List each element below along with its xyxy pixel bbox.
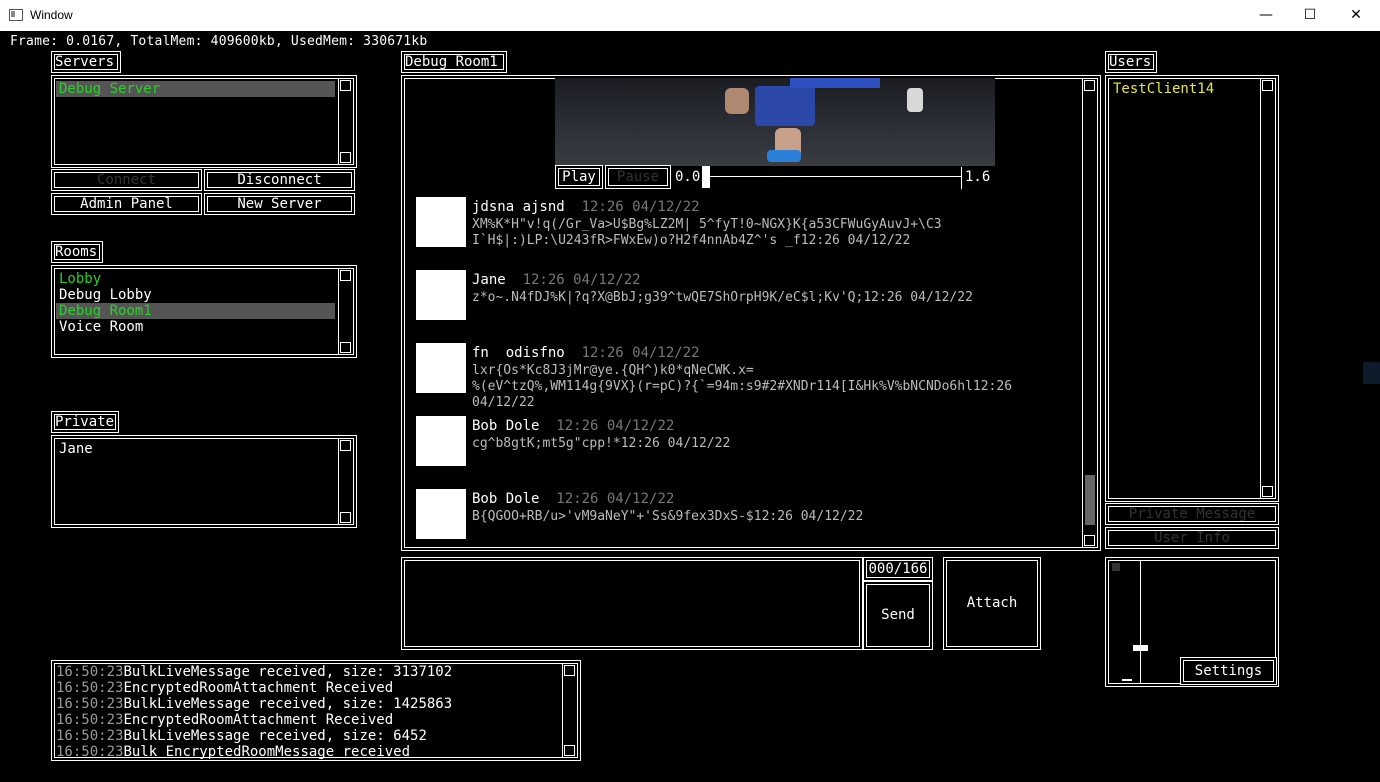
users-scrollbar[interactable] — [1260, 79, 1275, 498]
chat-room-tab: Debug Room1 — [401, 51, 507, 73]
message-body: XM%K*H"v!q(/Gr_Va>U$Bg%LZ2M| 5^fyT!0~NGX… — [472, 217, 942, 248]
message-body: z*o~.N4fDJ%K|?q?X@BbJ;g39^twQE7ShOrpH9K/… — [472, 290, 973, 305]
new-server-button[interactable]: New Server — [204, 193, 355, 215]
message-timestamp: 12:26 04/12/22 — [556, 491, 675, 507]
chat-scroll-thumb[interactable] — [1085, 475, 1095, 525]
log-line: 16:50:23BulkLiveMessage received, size: … — [56, 664, 453, 680]
user-item-testclient14[interactable]: TestClient14 — [1110, 81, 1260, 97]
rooms-scrollbar[interactable] — [338, 269, 353, 354]
rooms-tab: Rooms — [51, 241, 103, 263]
message-author: jdsna ajsnd — [472, 199, 565, 215]
title-bar: Window — ☐ ✕ — [0, 0, 1380, 31]
maximize-button[interactable]: ☐ — [1287, 0, 1333, 31]
close-button[interactable]: ✕ — [1333, 0, 1379, 31]
room-item-debug-room1[interactable]: Debug Room1 — [56, 303, 335, 319]
message-author: Jane — [472, 272, 506, 288]
message-timestamp: 12:26 04/12/22 — [581, 199, 700, 215]
attach-button[interactable]: Attach — [943, 557, 1041, 650]
video-time-end: 1.6 — [965, 169, 991, 185]
video-frame[interactable] — [555, 78, 995, 166]
log-scrollbar[interactable] — [562, 664, 577, 757]
user-info-button[interactable]: User Info — [1105, 527, 1279, 549]
char-counter: 000/166 — [863, 557, 933, 581]
connect-button[interactable]: Connect — [51, 169, 202, 191]
avatar — [416, 197, 466, 247]
video-pause-button[interactable]: Pause — [605, 165, 671, 189]
message-author: Bob Dole — [472, 491, 540, 507]
log-panel: 16:50:23BulkLiveMessage received, size: … — [51, 660, 581, 761]
volume-slider[interactable] — [1133, 561, 1148, 683]
volume-handle[interactable] — [1133, 644, 1148, 651]
avatar — [416, 489, 466, 539]
private-list[interactable]: Jane — [51, 435, 357, 528]
chat-panel: Play Pause 0.0 1.6 jdsna ajsnd 12:26 04/… — [401, 75, 1101, 551]
video-play-button[interactable]: Play — [555, 165, 603, 189]
servers-scrollbar[interactable] — [338, 79, 353, 164]
minimize-button[interactable]: — — [1243, 0, 1289, 31]
video-seek-slider[interactable] — [702, 166, 962, 188]
log-line: 16:50:23EncryptedRoomAttachment Received — [56, 680, 394, 696]
audio-indicator — [1112, 563, 1120, 571]
room-item-voice-room[interactable]: Voice Room — [56, 319, 335, 335]
app-icon — [9, 9, 23, 21]
log-line: 16:50:23BulkLiveMessage received, size: … — [56, 696, 453, 712]
video-seek-handle[interactable] — [702, 166, 710, 188]
server-item-debug-server[interactable]: Debug Server — [56, 81, 335, 97]
room-item-lobby[interactable]: Lobby — [56, 271, 335, 287]
private-tab: Private — [51, 411, 119, 433]
log-line: 16:50:23EncryptedRoomAttachment Received — [56, 712, 394, 728]
message-input[interactable] — [401, 557, 863, 650]
edge-scroll-hint — [1363, 362, 1380, 384]
chat-scrollbar[interactable] — [1082, 79, 1097, 547]
avatar — [416, 270, 466, 320]
room-item-debug-lobby[interactable]: Debug Lobby — [56, 287, 335, 303]
message-author: fn odisfno — [472, 345, 565, 361]
servers-tab: Servers — [51, 51, 121, 73]
log-line: 16:50:23BulkLiveMessage received, size: … — [56, 728, 427, 744]
disconnect-button[interactable]: Disconnect — [204, 169, 355, 191]
avatar — [416, 343, 466, 393]
private-item-jane[interactable]: Jane — [56, 441, 335, 457]
log-line: 16:50:23Bulk EncryptedRoomMessage receiv… — [56, 744, 411, 760]
private-scrollbar[interactable] — [338, 439, 353, 524]
video-time-start: 0.0 — [675, 169, 701, 185]
settings-button[interactable]: Settings — [1180, 657, 1277, 685]
message-author: Bob Dole — [472, 418, 540, 434]
message-body: cg^b8gtK;mt5g"cpp!*12:26 04/12/22 — [472, 436, 731, 451]
message-body: lxr{Os*Kc8J3jMr@ye.{QH^)k0*qNeCWK.x= %(e… — [472, 363, 1013, 410]
message-body: B{QGOO+RB/u>'vM9aNeY"+'Ss&9fex3DxS-$12:2… — [472, 509, 864, 524]
message-timestamp: 12:26 04/12/22 — [556, 418, 675, 434]
admin-panel-button[interactable]: Admin Panel — [51, 193, 202, 215]
send-button[interactable]: Send — [863, 581, 933, 650]
private-message-button[interactable]: Private Message — [1105, 503, 1279, 525]
message-timestamp: 12:26 04/12/22 — [581, 345, 700, 361]
status-bar: Frame: 0.0167, TotalMem: 409600kb, UsedM… — [10, 34, 428, 49]
users-tab: Users — [1105, 51, 1157, 73]
volume-level-mark — [1122, 679, 1132, 681]
audio-panel: Settings — [1105, 557, 1279, 687]
avatar — [416, 416, 466, 466]
message-timestamp: 12:26 04/12/22 — [522, 272, 641, 288]
window-title: Window — [30, 8, 73, 22]
users-list[interactable]: TestClient14 — [1105, 75, 1279, 502]
rooms-list[interactable]: Lobby Debug Lobby Debug Room1 Voice Room — [51, 265, 357, 358]
servers-list[interactable]: Debug Server — [51, 75, 357, 168]
